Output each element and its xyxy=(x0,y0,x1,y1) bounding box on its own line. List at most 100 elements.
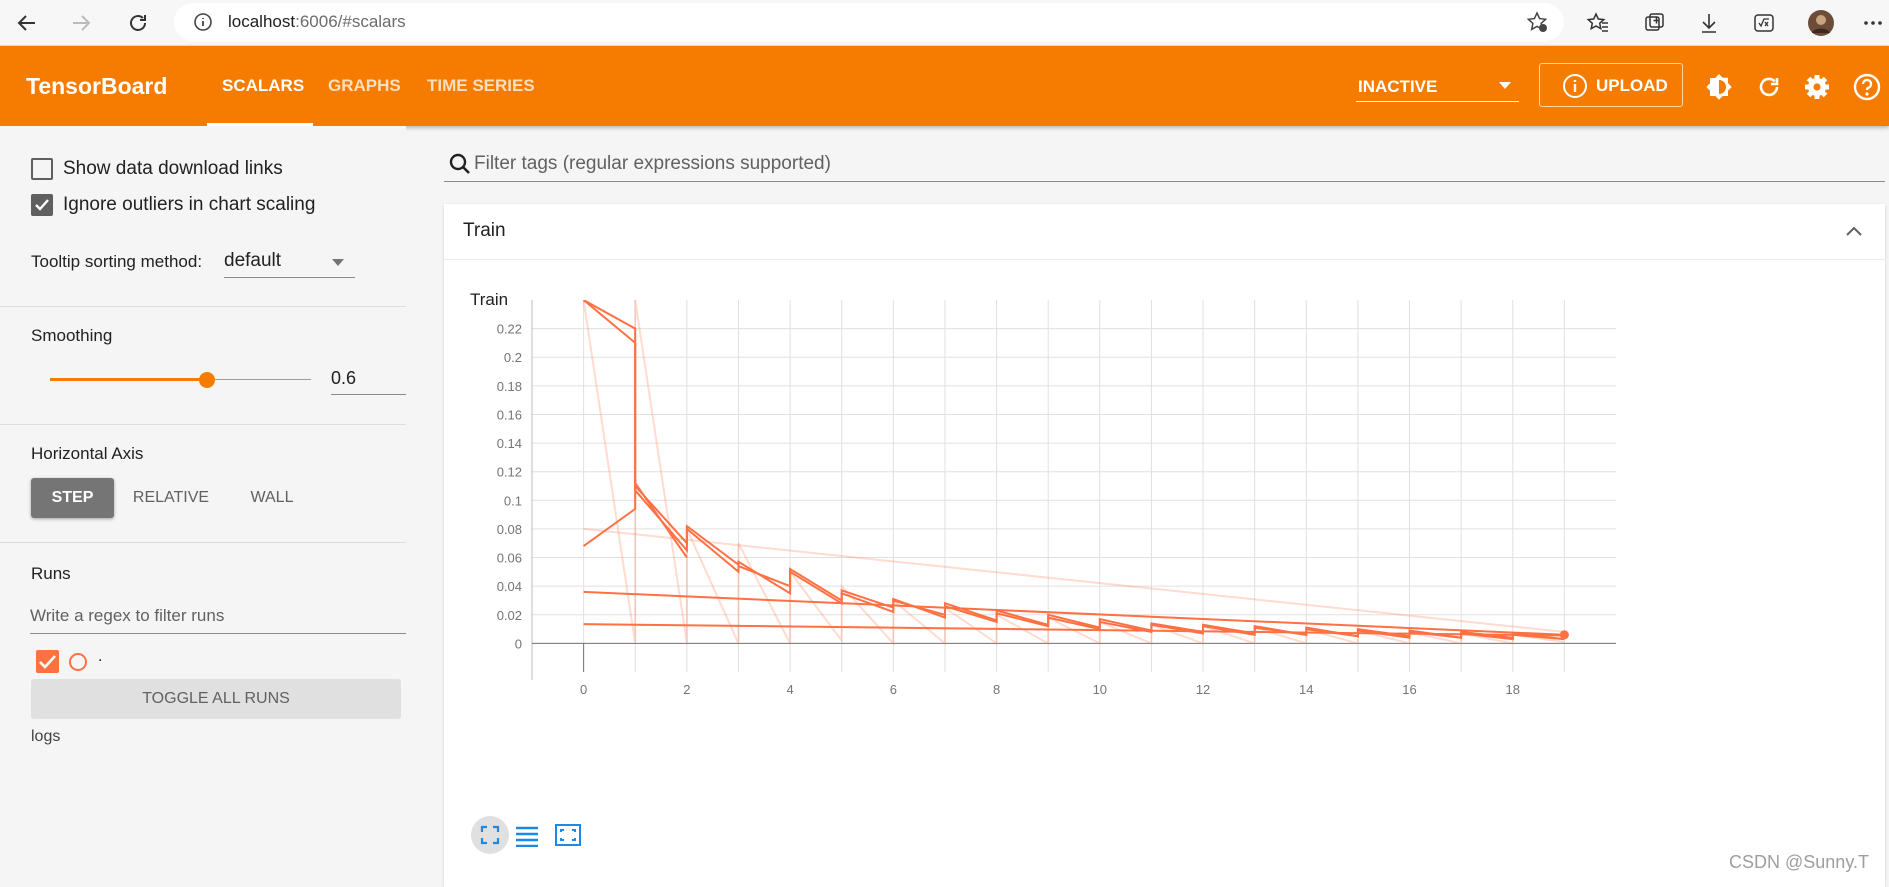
downloads-icon[interactable] xyxy=(1694,8,1724,38)
tag-group-card: Train Train 0 2 4 6 8 10 12 14 16 18 0 0.02 0.04 0.06… xyxy=(444,204,1885,887)
axis-wall-button[interactable]: WALL xyxy=(232,478,312,518)
smoothing-slider-fill xyxy=(50,378,207,381)
x-tick-label: 12 xyxy=(1196,682,1210,697)
settings-gear-icon[interactable] xyxy=(1802,72,1832,102)
y-tick-label: 0.2 xyxy=(504,350,522,365)
show-download-links-checkbox[interactable] xyxy=(31,158,53,180)
x-tick-label: 0 xyxy=(580,682,587,697)
info-icon[interactable] xyxy=(188,7,218,37)
raw-series-line xyxy=(583,527,1565,633)
run-checkbox[interactable] xyxy=(36,650,59,673)
tooltip-sorting-value: default xyxy=(224,250,282,271)
dropdown-arrow-icon xyxy=(1499,82,1511,89)
section-divider xyxy=(0,542,406,543)
log-scale-toggle-icon[interactable] xyxy=(515,825,539,847)
plot-area[interactable]: 0 2 4 6 8 10 12 14 16 18 0 0.02 0.04 0.06 0.08 0.1 0.12 0… xyxy=(497,300,1616,697)
watermark-text: CSDN @Sunny.T xyxy=(1729,852,1869,872)
run-name: . xyxy=(98,648,103,665)
y-tick-label: 0.02 xyxy=(497,608,522,623)
ignore-outliers-checkbox[interactable] xyxy=(31,194,53,216)
axis-relative-button[interactable]: RELATIVE xyxy=(124,478,218,518)
runs-filter-input[interactable]: Write a regex to filter runs xyxy=(30,600,406,634)
series-line xyxy=(583,300,1565,641)
forward-arrow-icon[interactable] xyxy=(66,8,96,38)
checkmark-icon xyxy=(39,655,56,669)
y-tick-label: 0.18 xyxy=(497,379,522,394)
expand-chart-icon[interactable] xyxy=(554,823,582,847)
url-path: :6006/#scalars xyxy=(295,12,406,31)
train-chart: Train 0 2 4 6 8 10 12 14 16 18 0 0.02 0.04 0.06 0.08 0.… xyxy=(470,290,1616,697)
x-tick-label: 2 xyxy=(683,682,690,697)
tooltip-sorting-select[interactable]: default xyxy=(224,244,355,278)
toggle-all-runs-button[interactable]: TOGGLE ALL RUNS xyxy=(31,679,401,719)
refresh-icon[interactable] xyxy=(1754,72,1784,102)
filter-tags-input[interactable]: Filter tags (regular expressions support… xyxy=(444,146,1885,182)
smoothing-label: Smoothing xyxy=(31,326,113,345)
y-tick-label: 0.22 xyxy=(497,322,522,337)
series-line xyxy=(583,623,1565,637)
x-tick-label: 18 xyxy=(1506,682,1520,697)
tab-graphs[interactable]: GRAPHS xyxy=(328,76,401,96)
x-tick-label: 10 xyxy=(1093,682,1107,697)
axis-step-button[interactable]: STEP xyxy=(31,478,114,518)
y-tick-label: 0.12 xyxy=(497,465,522,480)
last-point-marker xyxy=(1559,630,1569,640)
series-line xyxy=(582,300,1565,641)
fit-domain-button[interactable] xyxy=(471,816,509,854)
show-download-links-label: Show data download links xyxy=(63,158,283,179)
smoothing-value: 0.6 xyxy=(331,368,357,388)
y-tick-label: 0.14 xyxy=(497,436,522,451)
upload-button[interactable]: UPLOAD xyxy=(1539,63,1683,107)
x-tick-label: 16 xyxy=(1402,682,1416,697)
tensorboard-header: TensorBoard SCALARS GRAPHS TIME SERIES I… xyxy=(0,46,1889,126)
dropdown-arrow-icon xyxy=(332,259,344,266)
y-tick-label: 0.04 xyxy=(497,579,522,594)
card-header[interactable]: Train xyxy=(444,204,1885,260)
reload-icon[interactable] xyxy=(123,8,153,38)
chevron-up-icon[interactable] xyxy=(1844,222,1864,242)
filter-tags-placeholder: Filter tags (regular expressions support… xyxy=(474,153,831,174)
url-text: localhost:6006/#scalars xyxy=(228,12,406,32)
x-tick-label: 4 xyxy=(786,682,793,697)
theme-toggle-icon[interactable] xyxy=(1704,72,1734,102)
info-circle-icon xyxy=(1563,74,1587,98)
runs-label: Runs xyxy=(31,564,71,583)
smoothing-slider-thumb[interactable] xyxy=(199,372,215,388)
help-icon[interactable] xyxy=(1852,72,1882,102)
y-tick-label: 0 xyxy=(515,636,522,651)
smoothing-slider-track[interactable] xyxy=(207,379,311,380)
collections-icon[interactable] xyxy=(1639,8,1669,38)
add-favorite-icon[interactable] xyxy=(1522,7,1552,37)
math-solver-icon[interactable] xyxy=(1749,8,1779,38)
logdir-label: logs xyxy=(31,728,61,745)
app-title: TensorBoard xyxy=(26,73,168,99)
url-host: localhost xyxy=(228,12,296,31)
dashboard-select-value: INACTIVE xyxy=(1358,77,1438,96)
ignore-outliers-label: Ignore outliers in chart scaling xyxy=(63,194,316,215)
section-divider xyxy=(0,424,406,425)
y-tick-label: 0.06 xyxy=(497,551,522,566)
x-tick-label: 8 xyxy=(993,682,1000,697)
runs-filter-placeholder: Write a regex to filter runs xyxy=(30,606,225,625)
more-options-icon[interactable] xyxy=(1858,8,1888,38)
y-tick-label: 0.1 xyxy=(504,493,522,508)
tooltip-sorting-label: Tooltip sorting method: xyxy=(31,252,203,271)
x-tick-label: 6 xyxy=(890,682,897,697)
checkmark-icon xyxy=(35,199,49,211)
card-title: Train xyxy=(463,220,506,241)
dashboard-select[interactable]: INACTIVE xyxy=(1356,68,1519,102)
run-color-picker[interactable] xyxy=(69,653,87,671)
y-tick-label: 0.16 xyxy=(497,407,522,422)
smoothing-value-input[interactable]: 0.6 xyxy=(331,362,406,395)
horizontal-axis-label: Horizontal Axis xyxy=(31,444,144,463)
back-arrow-icon[interactable] xyxy=(12,8,42,38)
profile-avatar[interactable] xyxy=(1806,8,1836,38)
address-bar[interactable]: localhost:6006/#scalars xyxy=(174,3,1564,41)
tab-scalars[interactable]: SCALARS xyxy=(222,76,304,96)
upload-label: UPLOAD xyxy=(1596,76,1668,95)
search-icon xyxy=(449,153,470,174)
tab-time-series[interactable]: TIME SERIES xyxy=(427,76,535,96)
y-tick-label: 0.08 xyxy=(497,522,522,537)
browser-toolbar: localhost:6006/#scalars xyxy=(0,0,1889,46)
favorites-icon[interactable] xyxy=(1583,8,1613,38)
